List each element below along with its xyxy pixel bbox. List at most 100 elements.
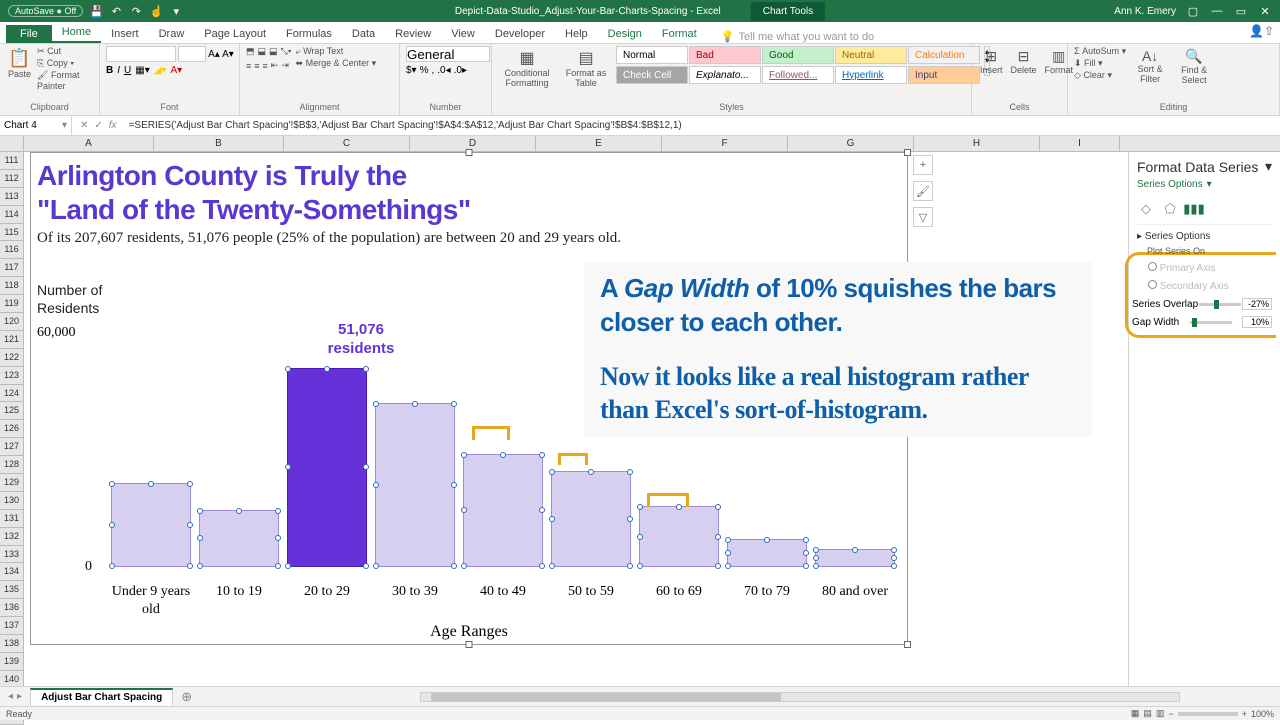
selection-handle[interactable] — [588, 469, 594, 475]
x-category-label[interactable]: 50 to 59 — [547, 583, 635, 601]
col-header[interactable]: C — [284, 136, 410, 151]
selection-handle[interactable] — [197, 535, 203, 541]
col-header[interactable]: B — [154, 136, 284, 151]
selection-handle[interactable] — [451, 401, 457, 407]
selection-handle[interactable] — [803, 550, 809, 556]
selection-handle[interactable] — [891, 555, 897, 561]
x-category-label[interactable]: 20 to 29 — [283, 583, 371, 601]
row-header[interactable]: 123 — [0, 367, 23, 385]
orientation-icon[interactable]: ⤡▾ — [281, 46, 292, 57]
selection-handle[interactable] — [109, 563, 115, 569]
series-overlap-slider[interactable] — [1199, 303, 1241, 306]
x-category-label[interactable]: 40 to 49 — [459, 583, 547, 601]
selection-handle[interactable] — [148, 481, 154, 487]
col-header[interactable]: F — [662, 136, 788, 151]
selection-handle[interactable] — [187, 522, 193, 528]
selection-handle[interactable] — [637, 504, 643, 510]
maximize-icon[interactable]: ▭ — [1234, 4, 1248, 18]
row-header[interactable]: 134 — [0, 563, 23, 581]
autosum-button[interactable]: Σ AutoSum ▾ — [1074, 46, 1126, 57]
fx-icon[interactable]: fx — [109, 120, 117, 131]
chart-handle-ne[interactable] — [904, 149, 911, 156]
touch-icon[interactable]: ☝ — [149, 4, 163, 18]
selection-handle[interactable] — [363, 563, 369, 569]
row-header[interactable]: 126 — [0, 420, 23, 438]
chart-filters-button[interactable]: ▽ — [913, 207, 933, 227]
ribbon-display-icon[interactable]: ▢ — [1186, 4, 1200, 18]
tab-developer[interactable]: Developer — [485, 25, 555, 43]
selection-handle[interactable] — [539, 452, 545, 458]
tab-data[interactable]: Data — [342, 25, 385, 43]
col-header[interactable]: G — [788, 136, 914, 151]
grow-font-icon[interactable]: A▴ — [208, 48, 220, 60]
selection-handle[interactable] — [813, 555, 819, 561]
selection-handle[interactable] — [363, 464, 369, 470]
indent-dec-icon[interactable]: ⇤ — [271, 60, 279, 71]
sheet-nav-next[interactable]: ▸ — [17, 691, 22, 702]
conditional-formatting-button[interactable]: ▦Conditional Formatting — [498, 46, 556, 90]
enter-formula-icon[interactable]: ✓ — [94, 120, 102, 131]
selection-handle[interactable] — [363, 366, 369, 372]
style-input[interactable]: Input — [908, 66, 980, 84]
row-header[interactable]: 117 — [0, 259, 23, 277]
selection-handle[interactable] — [285, 563, 291, 569]
underline-button[interactable]: U — [124, 65, 131, 76]
chart-title[interactable]: Arlington County is Truly the "Land of t… — [31, 153, 907, 226]
selection-handle[interactable] — [813, 547, 819, 553]
undo-icon[interactable]: ↶ — [109, 4, 123, 18]
row-header[interactable]: 111 — [0, 152, 23, 170]
selection-handle[interactable] — [285, 464, 291, 470]
selection-handle[interactable] — [373, 563, 379, 569]
qat-more-icon[interactable]: ▾ — [169, 4, 183, 18]
row-header[interactable]: 139 — [0, 653, 23, 671]
zoom-level[interactable]: 100% — [1251, 709, 1274, 719]
selection-handle[interactable] — [500, 452, 506, 458]
row-header[interactable]: 113 — [0, 188, 23, 206]
format-painter-button[interactable]: 🖌 Format Painter — [37, 70, 93, 91]
selection-handle[interactable] — [412, 401, 418, 407]
y-axis-max[interactable]: 60,000 — [37, 325, 76, 341]
bar[interactable] — [815, 549, 895, 567]
currency-icon[interactable]: $▾ — [406, 65, 417, 76]
cut-button[interactable]: ✂ Cut — [37, 46, 93, 57]
selection-handle[interactable] — [637, 534, 643, 540]
fill-button[interactable]: ⬇ Fill ▾ — [1074, 58, 1126, 69]
selection-handle[interactable] — [461, 452, 467, 458]
selection-handle[interactable] — [197, 563, 203, 569]
tab-format[interactable]: Format — [652, 25, 707, 43]
bar[interactable] — [375, 403, 455, 567]
chart-elements-button[interactable]: + — [913, 155, 933, 175]
cancel-formula-icon[interactable]: ✕ — [80, 120, 88, 131]
selection-handle[interactable] — [627, 563, 633, 569]
clear-button[interactable]: ◇ Clear ▾ — [1074, 70, 1126, 81]
x-category-label[interactable]: Under 9 years old — [107, 583, 195, 618]
row-header[interactable]: 138 — [0, 635, 23, 653]
selection-handle[interactable] — [197, 508, 203, 514]
tab-insert[interactable]: Insert — [101, 25, 149, 43]
zoom-in-icon[interactable]: + — [1242, 709, 1247, 719]
chart-handle-s[interactable] — [466, 641, 473, 648]
selection-handle[interactable] — [324, 366, 330, 372]
pane-dropdown-icon[interactable]: ▾ — [1265, 158, 1272, 175]
effects-icon[interactable]: ⬠ — [1161, 200, 1179, 218]
redo-icon[interactable]: ↷ — [129, 4, 143, 18]
tab-formulas[interactable]: Formulas — [276, 25, 342, 43]
bar[interactable] — [639, 506, 719, 567]
row-header[interactable]: 133 — [0, 546, 23, 564]
selection-handle[interactable] — [373, 482, 379, 488]
selection-handle[interactable] — [725, 537, 731, 543]
chart-subtitle[interactable]: Of its 207,607 residents, 51,076 people … — [31, 226, 907, 247]
align-top-icon[interactable]: ⬒ — [246, 46, 255, 57]
selection-handle[interactable] — [813, 563, 819, 569]
row-header[interactable]: 115 — [0, 224, 23, 242]
font-size-select[interactable] — [178, 46, 206, 62]
col-header[interactable]: E — [536, 136, 662, 151]
tab-design[interactable]: Design — [598, 25, 652, 43]
selection-handle[interactable] — [461, 563, 467, 569]
y-axis-label[interactable]: Number ofResidents — [37, 281, 102, 317]
selection-handle[interactable] — [109, 522, 115, 528]
copy-button[interactable]: ⎘ Copy ▾ — [37, 58, 93, 69]
selection-handle[interactable] — [891, 563, 897, 569]
formula-input[interactable]: =SERIES('Adjust Bar Chart Spacing'!$B$3,… — [125, 120, 1280, 131]
row-header[interactable]: 131 — [0, 510, 23, 528]
